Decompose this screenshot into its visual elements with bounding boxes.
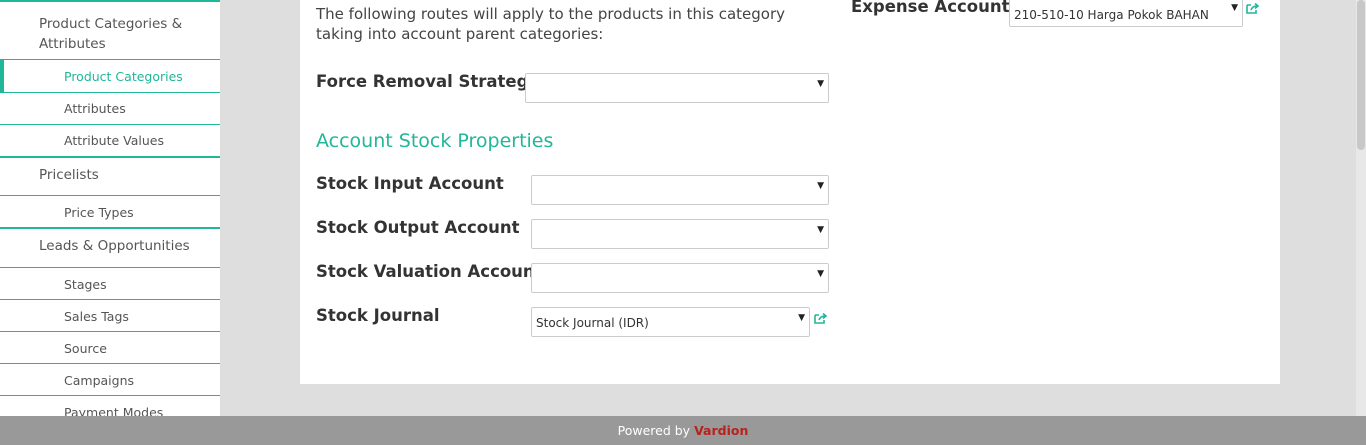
sidebar-item-leads-opportunities[interactable]: Leads & Opportunities (0, 229, 220, 268)
stock-input-account-label: Stock Input Account (316, 174, 504, 193)
force-removal-strategy-select[interactable]: ▼ (525, 73, 829, 103)
expense-account-select[interactable]: 210-510-10 Harga Pokok BAHAN ▼ (1009, 0, 1243, 27)
sidebar-item-attribute-values[interactable]: Attribute Values (0, 125, 220, 158)
sidebar-item-pricelists[interactable]: Pricelists (0, 158, 220, 196)
caret-down-icon: ▼ (817, 79, 824, 89)
sidebar-item-label: Product Categories & Attributes (39, 16, 183, 52)
sidebar-item-label: Sales Tags (64, 309, 129, 324)
stock-input-account-select[interactable]: ▼ (531, 175, 829, 205)
sidebar-item-label: Leads & Opportunities (39, 238, 190, 254)
footer-prefix: Powered by (617, 423, 691, 438)
sidebar-item-product-categories[interactable]: Product Categories (0, 60, 220, 93)
sidebar-item-stages[interactable]: Stages (0, 268, 220, 300)
stock-output-account-label: Stock Output Account (316, 218, 520, 237)
sidebar-item-label: Attributes (64, 101, 126, 116)
select-value: 210-510-10 Harga Pokok BAHAN (1014, 8, 1209, 22)
stock-valuation-account-select[interactable]: ▼ (531, 263, 829, 293)
sidebar-item-label: Pricelists (39, 167, 99, 183)
stock-journal-label: Stock Journal (316, 306, 440, 325)
sidebar-item-payment-modes[interactable]: Payment Modes (0, 396, 220, 416)
expense-account-label: Expense Account (851, 0, 1010, 16)
caret-down-icon: ▼ (1231, 3, 1238, 13)
sidebar-item-source[interactable]: Source (0, 332, 220, 364)
sidebar-item-label: Payment Modes (64, 405, 164, 416)
stock-valuation-account-label: Stock Valuation Account (316, 262, 543, 281)
stock-journal-select[interactable]: Stock Journal (IDR) ▼ (531, 307, 810, 337)
section-title: Account Stock Properties (316, 130, 554, 152)
sidebar-item-product-categories-attributes[interactable]: Product Categories & Attributes (0, 0, 220, 60)
sidebar-item-label: Source (64, 341, 107, 356)
vertical-scrollbar[interactable] (1356, 0, 1366, 416)
caret-down-icon: ▼ (817, 225, 824, 235)
external-link-icon[interactable] (1246, 2, 1260, 14)
caret-down-icon: ▼ (817, 269, 824, 279)
sidebar-item-sales-tags[interactable]: Sales Tags (0, 300, 220, 332)
form-sheet: The following routes will apply to the p… (300, 0, 1280, 384)
sidebar: Product Categories & Attributes Product … (0, 0, 220, 416)
caret-down-icon: ▼ (817, 181, 824, 191)
sidebar-item-label: Product Categories (64, 69, 183, 84)
stock-output-account-select[interactable]: ▼ (531, 219, 829, 249)
footer-brand-link[interactable]: Vardion (694, 423, 748, 438)
external-link-icon[interactable] (814, 312, 828, 324)
sidebar-item-label: Attribute Values (64, 133, 165, 148)
select-value: Stock Journal (IDR) (536, 316, 649, 330)
sidebar-item-price-types[interactable]: Price Types (0, 196, 220, 229)
scrollbar-thumb[interactable] (1357, 0, 1365, 150)
force-removal-strategy-label: Force Removal Strategy (316, 72, 540, 91)
sidebar-item-label: Campaigns (64, 373, 135, 388)
sidebar-item-attributes[interactable]: Attributes (0, 93, 220, 125)
sidebar-item-label: Price Types (64, 205, 134, 220)
caret-down-icon: ▼ (798, 313, 805, 323)
footer: Powered by Vardion (0, 416, 1366, 445)
sidebar-item-campaigns[interactable]: Campaigns (0, 364, 220, 396)
routes-intro-text: The following routes will apply to the p… (316, 5, 786, 43)
sidebar-item-label: Stages (64, 277, 107, 292)
